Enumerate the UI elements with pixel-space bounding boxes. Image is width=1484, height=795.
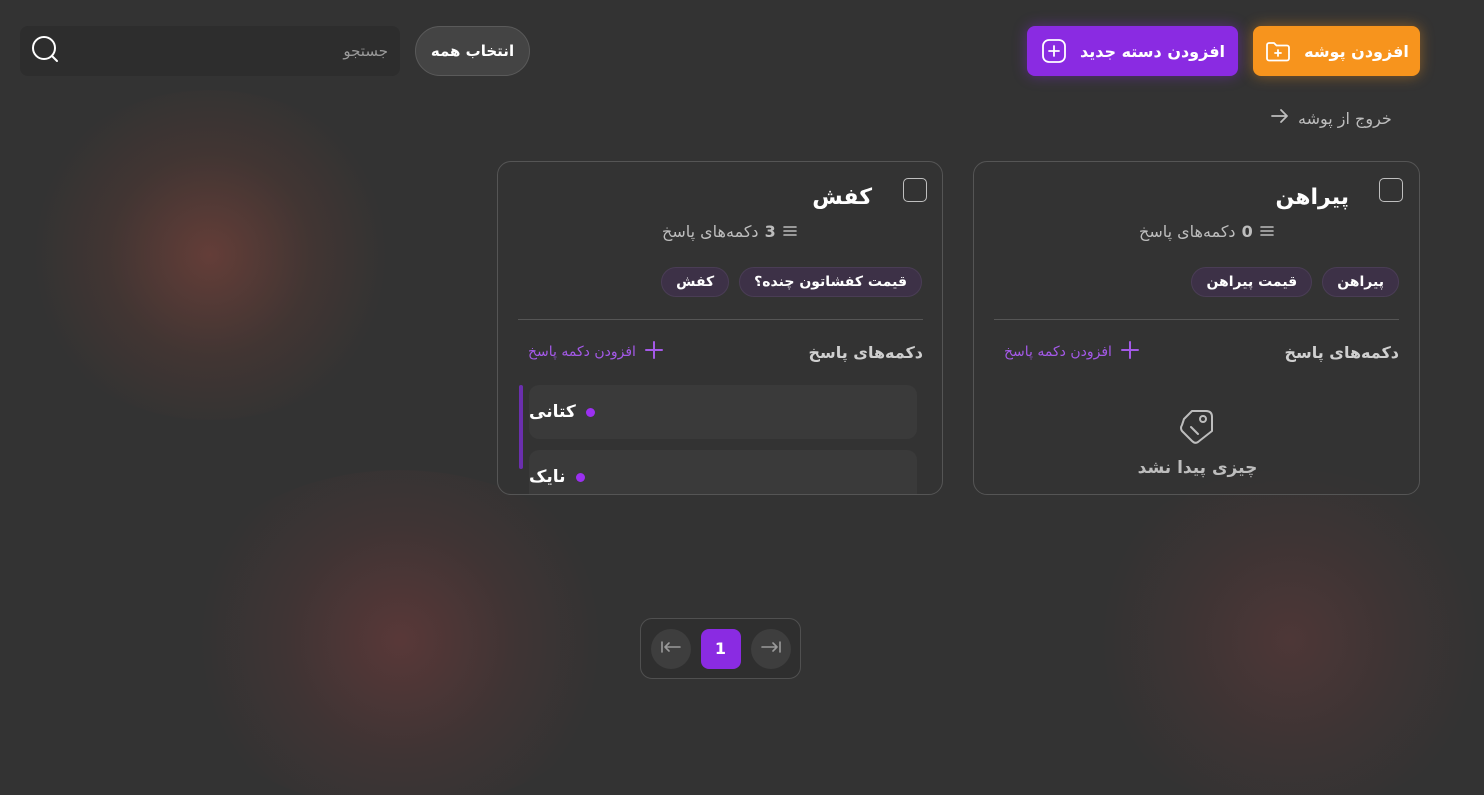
- divider: [518, 319, 923, 320]
- arrow-left-icon: [660, 639, 682, 658]
- arrow-right-icon: [760, 639, 782, 658]
- response-list: کتانی نایک: [529, 385, 919, 494]
- next-page-button[interactable]: [750, 628, 791, 669]
- add-folder-label: افزودن پوشه: [1304, 41, 1409, 61]
- background-glow: [1080, 470, 1484, 795]
- responses-section-title: دکمه‌های پاسخ: [808, 342, 923, 362]
- divider: [994, 319, 1399, 320]
- response-count-number: 3: [764, 222, 776, 241]
- add-response-label: افزودن دکمه پاسخ: [528, 344, 636, 360]
- category-card: کفش 3 دکمه‌های پاسخ قیمت کفشاتون چنده؟ ک…: [497, 161, 943, 495]
- add-response-button[interactable]: افزودن دکمه پاسخ: [528, 340, 664, 364]
- category-card: پیراهن 0 دکمه‌های پاسخ پیراهن قیمت پیراه…: [973, 161, 1420, 495]
- response-item[interactable]: کتانی: [529, 385, 917, 439]
- add-folder-button[interactable]: افزودن پوشه: [1253, 26, 1420, 76]
- card-checkbox[interactable]: [1379, 178, 1403, 202]
- search-bar: [20, 26, 400, 76]
- pagination: 1: [640, 618, 801, 679]
- responses-header: افزودن دکمه پاسخ دکمه‌های پاسخ: [528, 340, 923, 364]
- responses-section-title: دکمه‌های پاسخ: [1284, 342, 1399, 362]
- current-page[interactable]: 1: [700, 628, 741, 669]
- arrow-right-icon: [1270, 108, 1290, 128]
- search-icon[interactable]: [30, 34, 60, 68]
- response-count-label: دکمه‌های پاسخ: [1139, 222, 1236, 241]
- empty-state: چیزی پیدا نشد: [974, 405, 1419, 478]
- plus-icon: [1120, 340, 1140, 364]
- add-response-button[interactable]: افزودن دکمه پاسخ: [1004, 340, 1140, 364]
- prev-page-button[interactable]: [650, 628, 691, 669]
- background-glow: [20, 90, 400, 420]
- add-category-label: افزودن دسته جدید: [1079, 41, 1226, 61]
- response-count-number: 0: [1241, 222, 1253, 241]
- response-count-label: دکمه‌های پاسخ: [662, 222, 759, 241]
- folder-add-icon: [1264, 37, 1292, 65]
- responses-header: افزودن دکمه پاسخ دکمه‌های پاسخ: [1004, 340, 1399, 364]
- bullet-dot: [585, 407, 595, 417]
- add-response-label: افزودن دکمه پاسخ: [1004, 344, 1112, 360]
- background-glow: [170, 470, 630, 795]
- response-item-label: نایک: [529, 467, 566, 487]
- keyword-chips: قیمت کفشاتون چنده؟ کفش: [661, 267, 922, 297]
- plus-icon: [644, 340, 664, 364]
- keyword-chip[interactable]: کفش: [661, 267, 730, 297]
- plus-square-icon: [1040, 37, 1068, 65]
- exit-folder-link[interactable]: خروج از پوشه: [1270, 104, 1400, 132]
- card-response-count: 0 دکمه‌های پاسخ: [1139, 222, 1399, 241]
- bullet-dot: [575, 472, 585, 482]
- list-scrollbar[interactable]: [519, 385, 523, 469]
- keyword-chip[interactable]: قیمت کفشاتون چنده؟: [739, 267, 922, 297]
- select-all-button[interactable]: انتخاب همه: [415, 26, 530, 76]
- card-checkbox[interactable]: [903, 178, 927, 202]
- keyword-chip[interactable]: پیراهن: [1322, 267, 1399, 297]
- keyword-chip[interactable]: قیمت پیراهن: [1191, 267, 1313, 297]
- keyword-chips: پیراهن قیمت پیراهن: [1191, 267, 1399, 297]
- menu-lines-icon: [1259, 222, 1275, 241]
- response-item-label: کتانی: [529, 402, 576, 422]
- exit-folder-label: خروج از پوشه: [1298, 108, 1392, 128]
- add-category-button[interactable]: افزودن دسته جدید: [1027, 26, 1238, 76]
- card-title: پیراهن: [1275, 185, 1349, 210]
- response-item[interactable]: نایک: [529, 450, 917, 494]
- card-response-count: 3 دکمه‌های پاسخ: [662, 222, 922, 241]
- empty-state-text: چیزی پیدا نشد: [1137, 458, 1258, 478]
- tag-icon: [1178, 405, 1218, 450]
- search-input[interactable]: [88, 42, 388, 60]
- menu-lines-icon: [782, 222, 798, 241]
- card-title: کفش: [812, 185, 872, 210]
- select-all-label: انتخاب همه: [430, 42, 515, 60]
